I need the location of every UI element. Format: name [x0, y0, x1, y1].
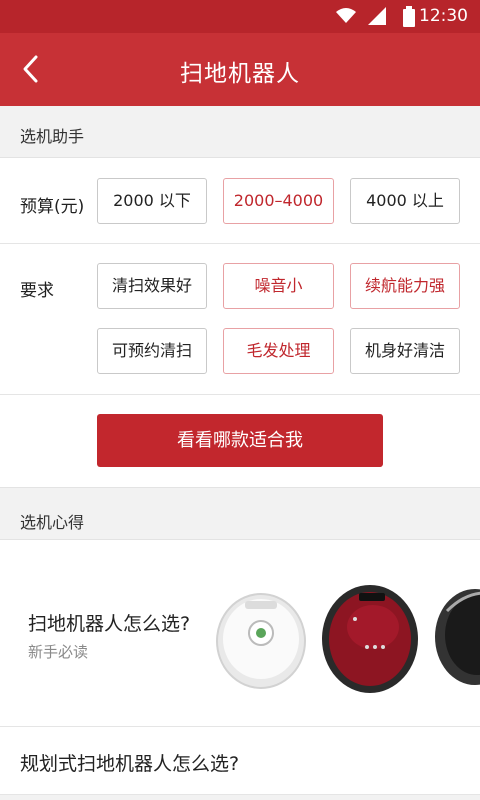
section-header-helper: 选机助手	[0, 106, 480, 158]
article-card-how-to-choose[interactable]: 扫地机器人怎么选? 新手必读	[0, 541, 480, 725]
divider	[0, 394, 480, 395]
divider	[0, 794, 480, 800]
status-bar: 12:30	[0, 0, 480, 33]
signal-icon	[367, 6, 387, 30]
requirements-label: 要求	[20, 281, 54, 301]
req-option-battery-life[interactable]: 续航能力强	[350, 263, 460, 309]
find-match-button[interactable]: 看看哪款适合我	[97, 414, 383, 467]
req-option-scheduling[interactable]: 可预约清扫	[97, 328, 207, 374]
robot-vacuum-thumbnail	[216, 585, 480, 693]
divider	[0, 243, 480, 244]
budget-label: 预算(元)	[20, 197, 85, 217]
article-item-planning-robot[interactable]: 规划式扫地机器人怎么选?	[0, 726, 480, 794]
section-header-tips: 选机心得	[0, 487, 480, 540]
req-option-easy-clean-body[interactable]: 机身好清洁	[350, 328, 460, 374]
app-bar: 扫地机器人	[0, 33, 480, 106]
status-time: 12:30	[419, 6, 468, 26]
page-title: 扫地机器人	[180, 61, 300, 87]
budget-option-over-4000[interactable]: 4000 以上	[350, 178, 460, 224]
req-option-cleaning[interactable]: 清扫效果好	[97, 263, 207, 309]
article-subtitle: 新手必读	[28, 643, 89, 661]
budget-option-under-2000[interactable]: 2000 以下	[97, 178, 207, 224]
article-title: 规划式扫地机器人怎么选?	[20, 753, 240, 775]
budget-option-2000-4000[interactable]: 2000–4000	[223, 178, 334, 224]
article-title: 扫地机器人怎么选?	[28, 613, 191, 635]
wifi-icon	[335, 6, 357, 30]
battery-icon	[402, 6, 416, 32]
req-option-low-noise[interactable]: 噪音小	[223, 263, 334, 309]
req-option-hair-handling[interactable]: 毛发处理	[223, 328, 334, 374]
